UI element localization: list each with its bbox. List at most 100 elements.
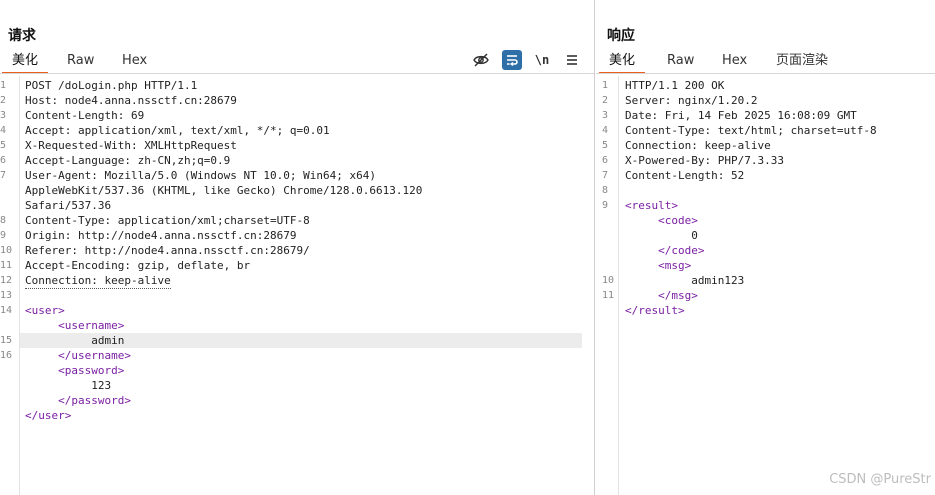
code-text: <result> <box>625 199 678 212</box>
code-text: X-Powered-By: PHP/7.3.33 <box>625 154 784 167</box>
request-code-line[interactable]: 4 Accept: application/xml, text/xml, */*;… <box>0 123 594 138</box>
response-title: 响应 <box>607 28 635 44</box>
code-text: Accept-Encoding: gzip, deflate, br <box>25 259 251 272</box>
request-code-line[interactable]: 11 Accept-Encoding: gzip, deflate, br <box>0 258 594 273</box>
code-text: X-Requested-With: XMLHttpRequest <box>25 139 237 152</box>
request-code-line[interactable]: 7 User-Agent: Mozilla/5.0 (Windows NT 10.… <box>0 168 594 183</box>
response-editor[interactable]: 1 HTTP/1.1 200 OK 2 Server: nginx/1.20.2 3 Da… <box>596 76 935 495</box>
newline-toggle-button[interactable]: \n <box>532 50 552 70</box>
response-tab-hex[interactable]: Hex <box>712 50 757 72</box>
code-text: <password> <box>25 364 125 377</box>
request-pane: 请求 美化 Raw Hex \n 1 POST /doLogin.php HTT… <box>0 0 594 495</box>
response-code-line[interactable]: <code> <box>596 213 935 228</box>
response-tab-divider <box>596 73 935 74</box>
line-number: 6 <box>602 155 609 166</box>
eye-slash-icon[interactable] <box>471 50 491 70</box>
request-code-line[interactable]: 3 Content-Length: 69 <box>0 108 594 123</box>
code-text: <msg> <box>625 259 692 272</box>
code-text: </msg> <box>625 289 698 302</box>
request-code-line[interactable]: 9 Origin: http://node4.anna.nssctf.cn:286… <box>0 228 594 243</box>
line-number: 2 <box>0 95 7 106</box>
code-text: Connection: keep-alive <box>625 139 771 152</box>
request-code-line[interactable]: 16 </username> <box>0 348 594 363</box>
request-code-line[interactable]: </password> <box>0 393 594 408</box>
newline-label: \n <box>534 53 550 67</box>
response-code-line[interactable]: 10 admin123 <box>596 273 935 288</box>
response-code-line[interactable]: <msg> <box>596 258 935 273</box>
line-number: 4 <box>0 125 7 136</box>
request-code-line[interactable]: 15 admin <box>0 333 582 348</box>
response-code-line[interactable]: 6 X-Powered-By: PHP/7.3.33 <box>596 153 935 168</box>
code-text: </user> <box>25 409 72 422</box>
response-code-line[interactable]: 1 HTTP/1.1 200 OK <box>596 78 935 93</box>
code-text: Content-Type: application/xml;charset=UT… <box>25 214 310 227</box>
line-number: 5 <box>602 140 609 151</box>
wrap-lines-icon[interactable] <box>502 50 522 70</box>
response-code-line[interactable]: 4 Content-Type: text/html; charset=utf-8 <box>596 123 935 138</box>
line-number: 8 <box>602 185 609 196</box>
code-text: Server: nginx/1.20.2 <box>625 94 758 107</box>
line-number: 6 <box>0 155 7 166</box>
response-code-line[interactable]: 3 Date: Fri, 14 Feb 2025 16:08:09 GMT <box>596 108 935 123</box>
response-code-line[interactable]: 5 Connection: keep-alive <box>596 138 935 153</box>
code-text: Origin: http://node4.anna.nssctf.cn:2867… <box>25 229 297 242</box>
code-text: <user> <box>25 304 65 317</box>
code-text: HTTP/1.1 200 OK <box>625 79 725 92</box>
code-text: <code> <box>625 214 698 227</box>
line-number: 12 <box>0 275 13 286</box>
code-text: </password> <box>25 394 131 407</box>
request-code-line[interactable]: 2 Host: node4.anna.nssctf.cn:28679 <box>0 93 594 108</box>
request-tab-pretty[interactable]: 美化 <box>2 50 49 74</box>
request-code-line[interactable]: 13 <box>0 288 594 303</box>
request-tab-raw[interactable]: Raw <box>57 50 104 72</box>
response-code-line[interactable]: 8 <box>596 183 935 198</box>
line-number: 15 <box>0 335 13 346</box>
line-number: 7 <box>0 170 7 181</box>
watermark: CSDN @PureStr <box>829 472 931 487</box>
response-code-line[interactable]: </result> <box>596 303 935 318</box>
request-code-line[interactable]: 8 Content-Type: application/xml;charset=U… <box>0 213 594 228</box>
response-tab-pretty[interactable]: 美化 <box>599 50 646 74</box>
response-code-line[interactable]: 7 Content-Length: 52 <box>596 168 935 183</box>
line-number: 2 <box>602 95 609 106</box>
line-number: 4 <box>602 125 609 136</box>
line-number: 16 <box>0 350 13 361</box>
line-number: 14 <box>0 305 13 316</box>
request-editor[interactable]: 1 POST /doLogin.php HTTP/1.1 2 Host: node4.… <box>0 76 594 495</box>
response-code-line[interactable]: 2 Server: nginx/1.20.2 <box>596 93 935 108</box>
line-number: 7 <box>602 170 609 181</box>
line-number: 3 <box>0 110 7 121</box>
response-code-line[interactable]: </code> <box>596 243 935 258</box>
request-code-line[interactable]: 5 X-Requested-With: XMLHttpRequest <box>0 138 594 153</box>
request-code-line[interactable]: <password> <box>0 363 594 378</box>
pane-splitter[interactable] <box>594 0 595 495</box>
code-text: Date: Fri, 14 Feb 2025 16:08:09 GMT <box>625 109 857 122</box>
code-text: AppleWebKit/537.36 (KHTML, like Gecko) C… <box>25 184 423 197</box>
request-code-line[interactable]: 123 <box>0 378 594 393</box>
request-code-line[interactable]: Safari/537.36 <box>0 198 594 213</box>
request-tab-divider <box>0 73 594 74</box>
response-code-line[interactable]: 11 </msg> <box>596 288 935 303</box>
response-code-line[interactable]: 0 <box>596 228 935 243</box>
line-number: 10 <box>602 275 615 286</box>
request-code-line[interactable]: 12 Connection: keep-alive <box>0 273 594 289</box>
request-code-line[interactable]: </user> <box>0 408 594 423</box>
request-code-line[interactable]: 14 <user> <box>0 303 594 318</box>
request-code-line[interactable]: 1 POST /doLogin.php HTTP/1.1 <box>0 78 594 93</box>
hamburger-menu-icon[interactable] <box>562 50 582 70</box>
response-tab-render[interactable]: 页面渲染 <box>766 50 838 72</box>
code-text: Accept-Language: zh-CN,zh;q=0.9 <box>25 154 231 167</box>
request-tab-hex[interactable]: Hex <box>112 50 157 72</box>
request-code-line[interactable]: AppleWebKit/537.36 (KHTML, like Gecko) C… <box>0 183 594 198</box>
request-code-line[interactable]: 10 Referer: http://node4.anna.nssctf.cn:2… <box>0 243 594 258</box>
code-text: Content-Length: 52 <box>625 169 745 182</box>
response-code-line[interactable]: 9 <result> <box>596 198 935 213</box>
code-text: <username> <box>25 319 125 332</box>
line-number: 11 <box>0 260 13 271</box>
request-code-line[interactable]: <username> <box>0 318 594 333</box>
line-number: 3 <box>602 110 609 121</box>
line-number: 5 <box>0 140 7 151</box>
code-text: Accept: application/xml, text/xml, */*; … <box>25 124 330 137</box>
response-tab-raw[interactable]: Raw <box>657 50 704 72</box>
request-code-line[interactable]: 6 Accept-Language: zh-CN,zh;q=0.9 <box>0 153 594 168</box>
